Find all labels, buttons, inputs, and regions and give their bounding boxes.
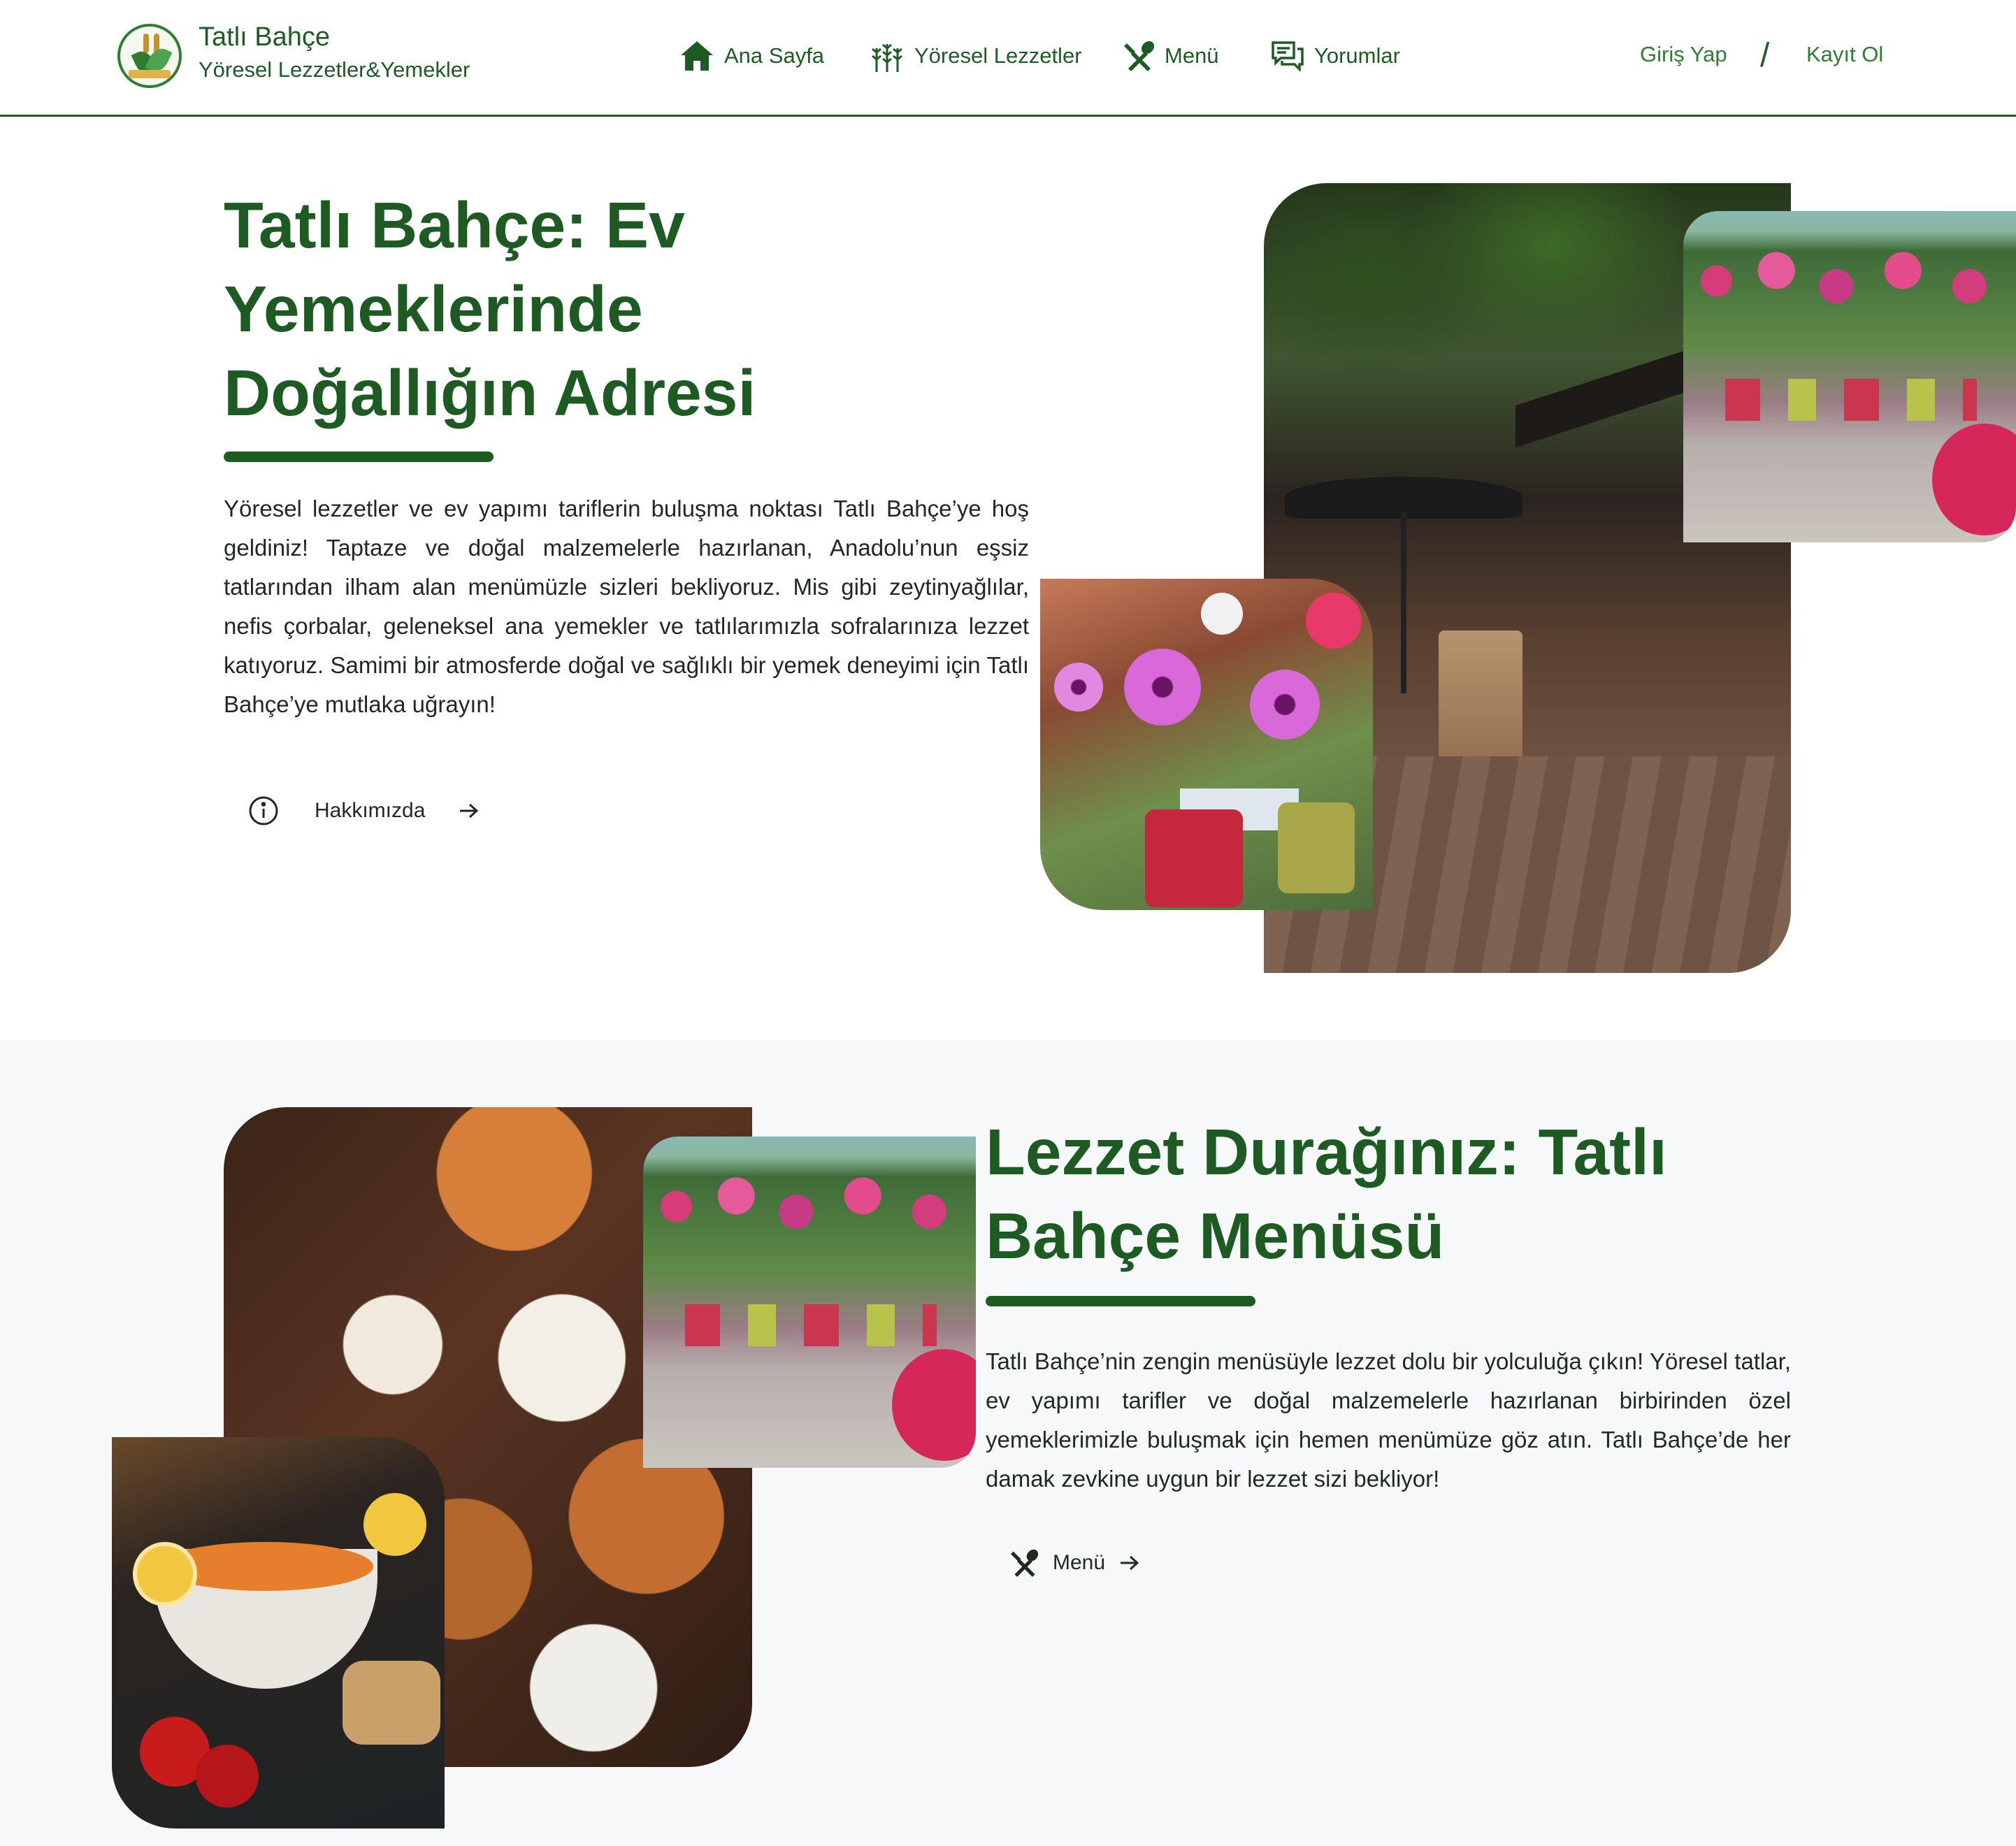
- flowers-closeup-photo: [1040, 579, 1373, 910]
- hero-title: Tatlı Bahçe: Ev Yemeklerinde Doğallığın …: [224, 189, 756, 429]
- arrow-right-icon: [460, 803, 479, 819]
- login-link[interactable]: Giriş Yap: [1640, 42, 1727, 67]
- info-icon: [249, 796, 278, 825]
- garden-photo: [1683, 211, 2016, 542]
- brand-title[interactable]: Tatlı Bahçe: [199, 22, 330, 52]
- lentil-soup-photo: [112, 1437, 445, 1829]
- arrow-right-icon: [1121, 1555, 1139, 1571]
- nav-item-label: Menü: [1165, 43, 1219, 68]
- menu-title-underline: [986, 1296, 1255, 1306]
- nav-item-reviews[interactable]: Yorumlar: [1271, 35, 1400, 77]
- nav-item-home[interactable]: Ana Sayfa: [679, 35, 824, 77]
- nav-item-label: Yorumlar: [1314, 43, 1400, 68]
- fork-spoon-icon: [1124, 41, 1155, 71]
- nav-item-label: Yöresel Lezzetler: [914, 43, 1082, 68]
- register-link[interactable]: Kayıt Ol: [1806, 42, 1883, 67]
- logo-icon[interactable]: [117, 24, 182, 88]
- menu-section-title: Lezzet Durağınız: Tatlı Bahçe Menüsü: [986, 1116, 1667, 1272]
- menu-section-description: Tatlı Bahçe’nin zengin menüsüyle lezzet …: [986, 1348, 1791, 1492]
- nav-item-regional[interactable]: Yöresel Lezzetler: [870, 35, 1082, 77]
- menu-button-label: Menü: [1053, 1551, 1106, 1574]
- menu-button[interactable]: Menü: [1011, 1545, 1140, 1581]
- comments-icon: [1272, 41, 1304, 71]
- fork-spoon-icon: [1011, 1549, 1039, 1577]
- site-header: Tatlı Bahçe Yöresel Lezzetler&Yemekler A…: [0, 0, 2016, 117]
- brand-subtitle: Yöresel Lezzetler&Yemekler: [199, 57, 470, 82]
- garden-photo: [643, 1137, 976, 1468]
- about-button-label: Hakkımızda: [315, 799, 426, 822]
- hero-title-underline: [224, 452, 494, 462]
- nav-item-menu[interactable]: Menü: [1124, 35, 1219, 77]
- about-button[interactable]: Hakkımızda: [247, 793, 480, 829]
- nav-item-label: Ana Sayfa: [724, 43, 825, 68]
- home-icon: [681, 41, 713, 71]
- wheat-icon: [872, 43, 902, 72]
- auth-separator: /: [1760, 37, 1770, 74]
- hero-description: Yöresel lezzetler ve ev yapımı tarifleri…: [224, 496, 1029, 717]
